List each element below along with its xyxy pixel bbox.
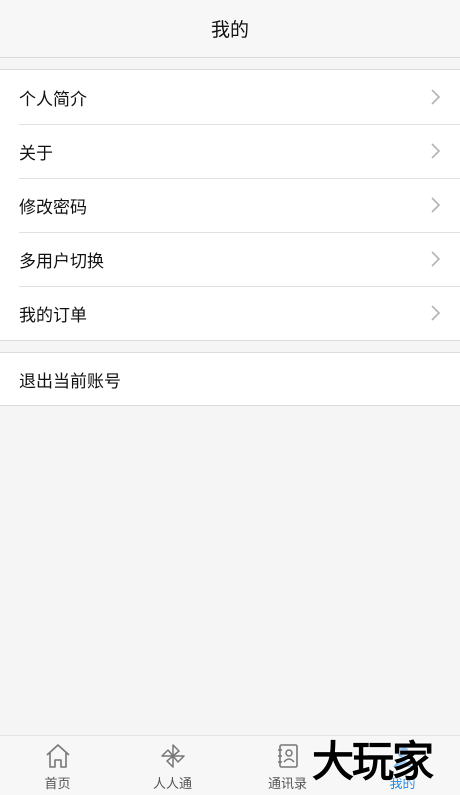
tab-renrentong[interactable]: 人人通: [115, 736, 230, 795]
menu-item-label: 多用户切换: [19, 251, 104, 272]
menu-item-about[interactable]: 关于: [0, 124, 460, 178]
tab-home[interactable]: 首页: [0, 736, 115, 795]
menu-item-profile[interactable]: 个人简介: [0, 70, 460, 124]
logout-button[interactable]: 退出当前账号: [0, 353, 460, 405]
chevron-right-icon: [430, 304, 442, 322]
chevron-right-icon: [430, 250, 442, 268]
tab-label: 人人通: [152, 777, 192, 792]
chevron-right-icon: [430, 88, 442, 106]
page-title: 我的: [210, 19, 249, 41]
menu-item-label: 修改密码: [19, 197, 87, 218]
pinwheel-icon: [159, 742, 187, 770]
menu-item-switch-user[interactable]: 多用户切换: [0, 232, 460, 286]
menu-item-change-password[interactable]: 修改密码: [0, 178, 460, 232]
home-icon: [44, 742, 72, 770]
contacts-book-icon: [274, 742, 302, 770]
navigation-bar: 我的: [0, 0, 460, 58]
menu-item-label: 关于: [19, 143, 53, 164]
profile-menu-list: 个人简介 关于 修改密码 多用户切换 我的订单: [0, 69, 460, 341]
menu-item-my-orders[interactable]: 我的订单: [0, 286, 460, 340]
tab-label: 首页: [44, 777, 71, 792]
logout-group: 退出当前账号: [0, 352, 460, 406]
menu-item-label: 个人简介: [19, 89, 87, 110]
tab-label: 通讯录: [267, 777, 307, 792]
watermark-logo: 大玩家: [312, 737, 434, 786]
chevron-right-icon: [430, 196, 442, 214]
chevron-right-icon: [430, 142, 442, 160]
logout-label: 退出当前账号: [19, 371, 121, 392]
menu-item-label: 我的订单: [19, 305, 87, 326]
